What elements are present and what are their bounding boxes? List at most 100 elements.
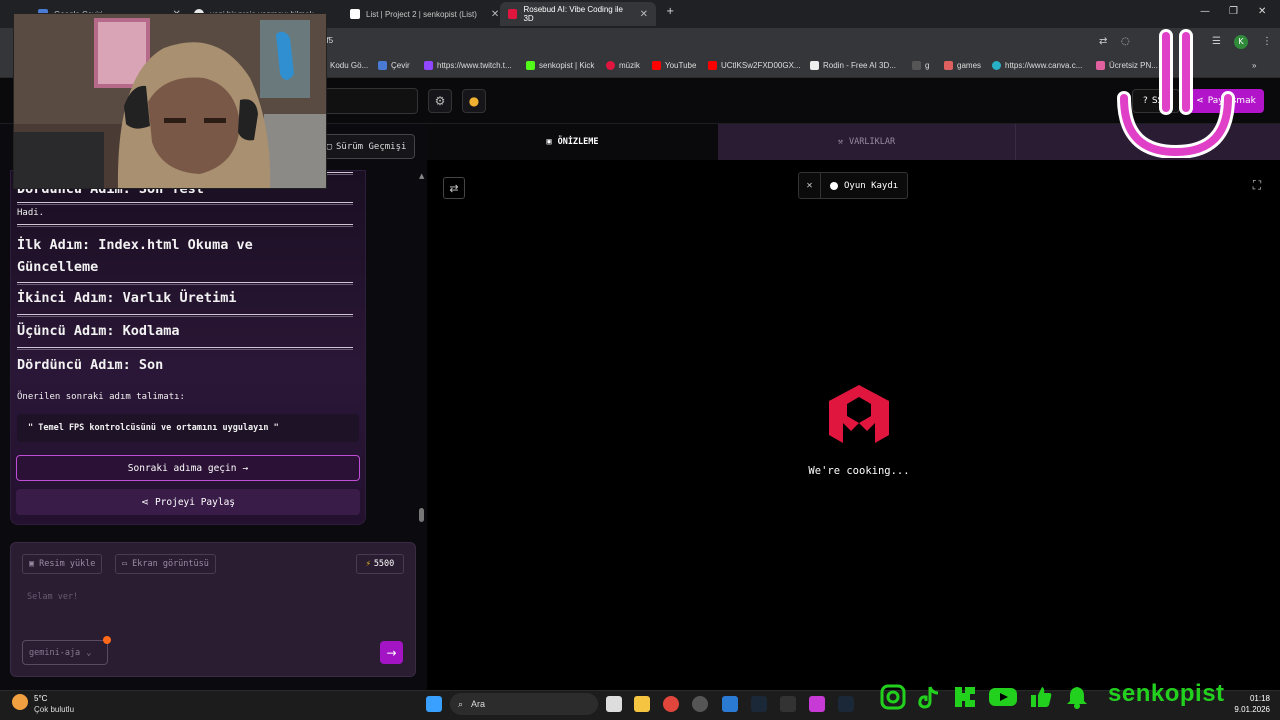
step-heading: Dördüncü Adım: Son: [17, 357, 164, 373]
maximize-icon[interactable]: ❐: [1229, 6, 1238, 17]
minimize-icon[interactable]: —: [1200, 6, 1210, 17]
bookmark-label: UCtlKSw2FXD00GX...: [721, 61, 801, 70]
bookmark[interactable]: müzik: [606, 61, 640, 70]
social-icons: [880, 682, 1090, 712]
games-icon: [944, 61, 953, 70]
chrome-icon[interactable]: [663, 696, 679, 712]
kick-icon: [526, 61, 535, 70]
share-project-button[interactable]: ⋖ Projeyi Paylaş: [16, 489, 360, 515]
step-heading: İkinci Adım: Varlık Üretimi: [17, 290, 237, 306]
browser-tab[interactable]: List | Project 2 | senkopist (List) ✕: [342, 4, 507, 24]
settings-icon[interactable]: ⚙: [428, 89, 452, 113]
weather-temp[interactable]: 5°C: [34, 694, 47, 703]
image-icon: ▣: [546, 137, 552, 147]
webcam-overlay: [13, 13, 327, 189]
store-icon[interactable]: [722, 696, 738, 712]
bookmark[interactable]: Kodu Gö...: [330, 61, 368, 70]
close-window-icon[interactable]: ✕: [1258, 6, 1266, 17]
coin-icon[interactable]: ●: [462, 89, 486, 113]
bookmark-label: games: [957, 61, 982, 70]
divider: [17, 202, 353, 205]
bookmark[interactable]: UCtlKSw2FXD00GX...: [708, 61, 801, 70]
bookmark[interactable]: Rodin - Free AI 3D...: [810, 61, 896, 70]
tab-label: ÖNİZLEME: [557, 137, 599, 147]
taskbar-search[interactable]: ⌕ Ara: [450, 693, 598, 715]
model-select[interactable]: gemini-aja ⌄: [22, 640, 108, 665]
bookmark[interactable]: https://www.canva.c...: [992, 61, 1082, 70]
upload-image-button[interactable]: ▣ Resim yükle: [22, 554, 103, 574]
game-recording-bar: ✕ Oyun Kaydı: [798, 172, 908, 199]
fullscreen-icon[interactable]: ⛶: [1247, 175, 1267, 195]
new-tab-icon[interactable]: +: [666, 6, 674, 17]
bookmark-label: Rodin - Free AI 3D...: [823, 61, 896, 70]
tab-preview[interactable]: ▣ ÖNİZLEME: [427, 124, 718, 160]
weather-desc[interactable]: Çok bulutlu: [34, 705, 74, 714]
close-icon[interactable]: ✕: [799, 173, 821, 198]
close-icon[interactable]: ✕: [491, 9, 499, 20]
app-icon[interactable]: [809, 696, 825, 712]
refresh-icon[interactable]: ⇄: [443, 177, 465, 199]
bookmark-label: müzik: [619, 61, 640, 70]
epic-games-icon[interactable]: [780, 696, 796, 712]
file-explorer-icon[interactable]: [634, 696, 650, 712]
browser-tab-active[interactable]: Rosebud AI: Vibe Coding ile 3D ✕: [500, 2, 656, 26]
credits-value: 5500: [373, 559, 395, 569]
version-history-button[interactable]: ▢ Sürüm Geçmişi: [318, 134, 415, 159]
translate-icon: [378, 61, 387, 70]
more-bookmarks-icon[interactable]: »: [1252, 61, 1256, 70]
loading-status: We're cooking...: [808, 465, 910, 477]
chat-scrollbar[interactable]: ▲: [417, 170, 425, 530]
bookmark[interactable]: YouTube: [652, 61, 696, 70]
weather-icon[interactable]: [12, 694, 28, 710]
search-label: Ara: [471, 699, 486, 709]
clock-time: 01:18: [1249, 694, 1270, 703]
screenshot-button[interactable]: ▭ Ekran görüntüsü: [115, 554, 216, 574]
stream-overlay-logo: [1117, 29, 1235, 158]
taskbar-clock[interactable]: 01:18 9.01.2026: [1228, 693, 1270, 715]
youtube-icon: [652, 61, 661, 70]
divider: [17, 314, 353, 317]
windows-start-icon[interactable]: [426, 696, 442, 712]
scroll-up-icon[interactable]: ▲: [419, 172, 424, 180]
kebab-menu-icon[interactable]: ⋮: [1262, 36, 1272, 47]
steam-icon[interactable]: [751, 696, 767, 712]
arrow-right-icon: →: [386, 645, 397, 660]
bookmark[interactable]: https://www.twitch.t...: [424, 61, 512, 70]
kick-icon: [955, 687, 975, 707]
chevron-down-icon: ⌄: [86, 647, 92, 658]
tab-label: Rosebud AI: Vibe Coding ile 3D: [523, 5, 623, 23]
youtube-icon: [708, 61, 717, 70]
thumbs-up-icon: [1031, 687, 1052, 707]
bookmark[interactable]: g: [912, 61, 929, 70]
bookmark[interactable]: senkopist | Kick: [526, 61, 594, 70]
steam-icon[interactable]: [838, 696, 854, 712]
bookmark-label: https://www.twitch.t...: [437, 61, 512, 70]
bookmark-label: Kodu Gö...: [330, 61, 369, 70]
prompt-input[interactable]: Selam ver!: [27, 592, 78, 602]
task-view-icon[interactable]: [606, 696, 622, 712]
credits-badge: ⚡ 5500: [356, 554, 404, 574]
step-heading: İlk Adım: Index.html Okuma ve Güncelleme: [17, 237, 253, 275]
suggested-label: Önerilen sonraki adım talimatı:: [17, 392, 185, 402]
tab-assets[interactable]: ⚒ VARLIKLAR: [718, 124, 1016, 160]
translate-icon[interactable]: ⇄: [1099, 36, 1107, 47]
divider: [17, 224, 353, 227]
upload-image-label: Resim yükle: [39, 559, 96, 569]
divider: [17, 282, 353, 285]
share-icon: ⋖: [140, 496, 149, 508]
bookmark[interactable]: games: [944, 61, 981, 70]
rosebud-icon: [508, 9, 518, 19]
notification-dot: [103, 636, 111, 644]
project-name-field[interactable]: [322, 88, 418, 114]
bookmark[interactable]: Çevir: [378, 61, 410, 70]
rodin-icon: [810, 61, 819, 70]
record-icon[interactable]: [830, 181, 838, 190]
streamer-webcam-image: [14, 14, 326, 188]
next-step-button[interactable]: Sonraki adıma geçin →: [16, 455, 360, 481]
obs-icon[interactable]: [692, 696, 708, 712]
close-icon[interactable]: ✕: [640, 9, 648, 20]
send-button[interactable]: →: [380, 641, 403, 664]
scrollbar-thumb[interactable]: [419, 508, 424, 522]
bell-icon: [1067, 687, 1087, 709]
next-step-label: Sonraki adıma geçin: [127, 462, 237, 474]
